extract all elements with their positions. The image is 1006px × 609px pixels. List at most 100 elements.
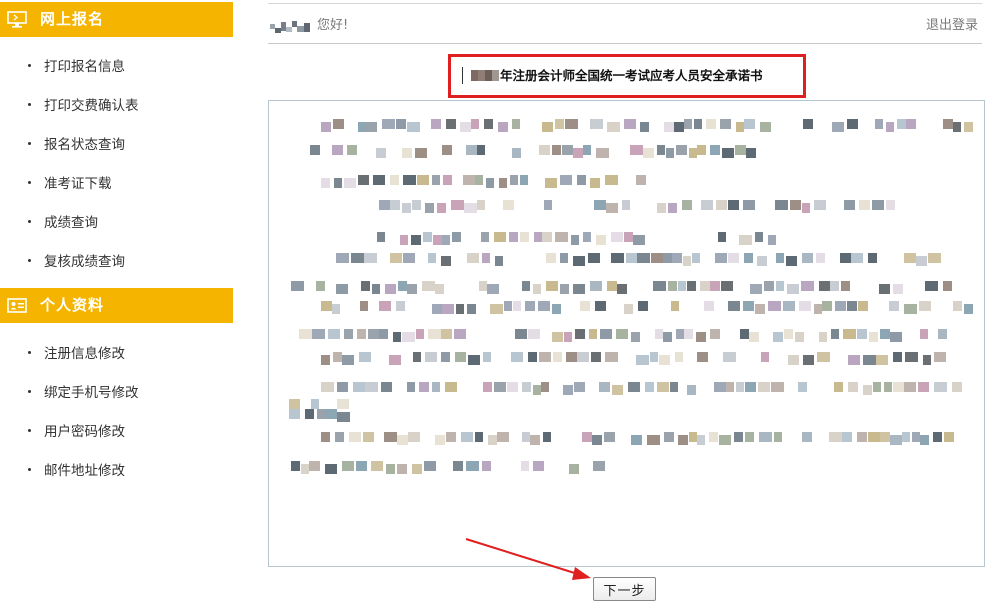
blurred-text-block <box>291 461 300 471</box>
blurred-text-block <box>872 200 884 210</box>
blurred-text-block <box>494 232 506 242</box>
blurred-text-block <box>631 435 642 445</box>
blurred-text-block <box>520 232 529 242</box>
blurred-text-block <box>463 175 475 185</box>
blurred-text-block <box>803 355 814 365</box>
blurred-text-block <box>787 284 799 294</box>
blurred-text-block <box>944 432 954 442</box>
blurred-text-block <box>321 355 330 365</box>
blurred-text-block <box>857 329 867 339</box>
blurred-text-block <box>840 253 851 263</box>
blurred-text-block <box>875 119 883 129</box>
blurred-text-block <box>407 284 417 294</box>
blurred-text-block <box>873 382 881 392</box>
blurred-text-block <box>358 175 369 185</box>
blurred-text-block <box>636 355 649 365</box>
blurred-text-block <box>728 253 739 263</box>
blurred-text-block <box>728 200 739 210</box>
blurred-text-block <box>795 332 804 342</box>
menu-item-print-payment-confirmation[interactable]: 打印交费确认表 <box>28 92 139 116</box>
blurred-text-block <box>379 329 388 339</box>
blurred-text-block <box>783 301 795 311</box>
blurred-text-block <box>655 329 663 339</box>
blurred-text-block <box>512 148 521 158</box>
menu-item-edit-registration-info[interactable]: 注册信息修改 <box>28 340 125 364</box>
blurred-text-block <box>740 329 749 339</box>
menu-item-change-password[interactable]: 用户密码修改 <box>28 418 125 442</box>
blurred-text-block <box>890 435 902 445</box>
blurred-text-block <box>521 461 529 471</box>
blurred-text-block <box>582 432 592 442</box>
menu-item-label: 复核成绩查询 <box>44 254 125 270</box>
menu-item-label: 成绩查询 <box>44 215 98 231</box>
blurred-text-block <box>647 435 660 445</box>
blurred-text-block <box>589 329 597 339</box>
blurred-text-block <box>522 432 530 442</box>
blurred-text-block <box>437 203 446 213</box>
blurred-text-block <box>696 332 706 342</box>
blurred-text-block <box>446 432 456 442</box>
blurred-text-block <box>471 119 479 129</box>
blurred-text-block <box>403 175 416 185</box>
blurred-text-block <box>337 382 348 392</box>
blurred-text-block <box>477 200 485 210</box>
blurred-text-block <box>663 253 672 263</box>
blurred-text-block <box>606 203 618 213</box>
blurred-text-block <box>683 256 691 266</box>
blurred-text-block <box>573 148 583 158</box>
blurred-text-block <box>534 232 542 242</box>
blurred-text-block <box>605 175 618 185</box>
blurred-text-block <box>923 355 931 365</box>
blurred-text-block <box>321 122 331 132</box>
blurred-text-block <box>659 355 670 365</box>
blurred-text-block <box>714 382 726 392</box>
blurred-text-block <box>664 122 674 132</box>
blurred-text-block <box>687 281 696 291</box>
blurred-text-block <box>379 200 390 210</box>
menu-item-score-review-query[interactable]: 复核成绩查询 <box>28 248 125 272</box>
menu-item-label: 用户密码修改 <box>44 424 125 440</box>
blurred-text-block <box>801 281 814 291</box>
menu-item-score-query[interactable]: 成绩查询 <box>28 209 98 233</box>
blurred-text-block <box>786 256 797 266</box>
blurred-text-block <box>366 122 377 132</box>
blurred-text-block <box>676 145 687 155</box>
blurred-text-block <box>413 352 421 362</box>
blurred-text-block <box>925 281 938 291</box>
blurred-text-block <box>844 200 855 210</box>
blurred-text-block <box>321 432 330 442</box>
menu-item-registration-status[interactable]: 报名状态查询 <box>28 131 125 155</box>
blurred-text-block <box>938 329 947 339</box>
menu-item-change-email[interactable]: 邮件地址修改 <box>28 457 125 481</box>
blurred-text-block <box>498 122 508 132</box>
blurred-text-block <box>299 329 312 339</box>
blurred-text-block <box>435 284 444 294</box>
logout-link[interactable]: 退出登录 <box>926 16 978 36</box>
blurred-text-block <box>560 253 568 263</box>
blurred-text-block <box>757 256 767 266</box>
blurred-text-block <box>590 178 600 188</box>
blurred-text-block <box>919 301 931 311</box>
blurred-text-block <box>920 329 928 339</box>
blurred-text-block <box>332 145 343 155</box>
blurred-text-block <box>542 232 552 242</box>
blurred-text-block <box>569 464 579 474</box>
menu-item-admission-ticket-download[interactable]: 准考证下载 <box>28 170 112 194</box>
blurred-text-block <box>822 301 832 311</box>
next-step-button[interactable]: 下一步 <box>593 577 656 601</box>
blurred-text-block <box>456 304 464 314</box>
blurred-text-block <box>533 385 541 395</box>
blurred-text-block <box>755 304 765 314</box>
blurred-text-block <box>863 385 872 395</box>
blurred-text-block <box>543 432 551 442</box>
menu-item-change-phone[interactable]: 绑定手机号修改 <box>28 379 139 403</box>
blurred-text-block <box>626 253 637 263</box>
blurred-text-block <box>377 232 385 242</box>
red-arrow-annotation <box>465 538 591 580</box>
blurred-text-block <box>389 355 401 365</box>
agreement-text-box[interactable] <box>268 100 985 567</box>
blurred-text-block <box>291 281 304 291</box>
page-title: 年注册会计师全国统一考试应考人员安全承诺书 <box>500 68 763 83</box>
menu-item-print-registration[interactable]: 打印报名信息 <box>28 53 125 77</box>
blurred-text-block <box>607 122 620 132</box>
